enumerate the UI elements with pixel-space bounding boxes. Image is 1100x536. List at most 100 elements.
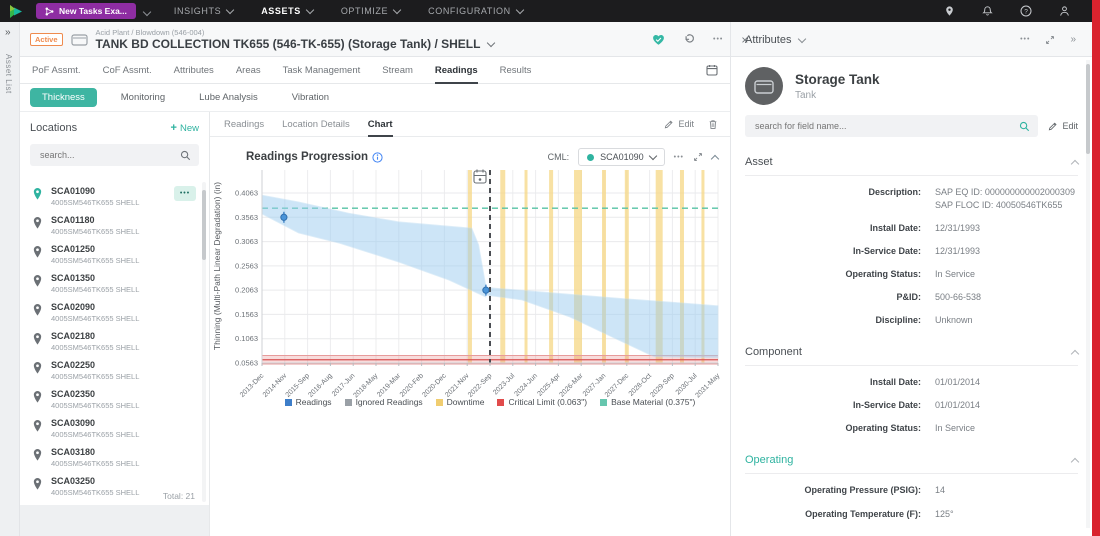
nav-menu-assets[interactable]: ASSETS: [261, 5, 315, 16]
chart-tab-readings[interactable]: Readings: [224, 112, 264, 136]
locations-search-input[interactable]: [38, 149, 180, 161]
nav-menu-optimize[interactable]: OPTIMIZE: [341, 5, 402, 16]
location-item-text: SCA02250 4005SM546TK655 SHELL: [51, 360, 139, 381]
location-description: 4005SM546TK655 SHELL: [51, 284, 140, 294]
location-list-item[interactable]: SCA02090 4005SM546TK655 SHELL: [20, 298, 202, 327]
tab-readings[interactable]: Readings: [434, 57, 478, 84]
reading-point[interactable]: [482, 286, 490, 294]
section-title: Operating: [745, 454, 794, 467]
legend-item: Ignored Readings: [344, 397, 423, 407]
chart-actions: Edit: [664, 119, 718, 130]
attributes-edit-button[interactable]: Edit: [1048, 121, 1078, 131]
notifications-bell-icon[interactable]: [982, 5, 993, 17]
location-list-item[interactable]: SCA02180 4005SM546TK655 SHELL: [20, 327, 202, 356]
x-tick-label: 2031-May: [694, 372, 721, 399]
locations-scrollbar-thumb[interactable]: [202, 190, 206, 260]
field-value: 14: [935, 485, 946, 496]
location-item-text: SCA03180 4005SM546TK655 SHELL: [51, 447, 139, 468]
field-label: Discipline:: [875, 315, 921, 326]
field-value: 125°: [935, 508, 954, 519]
location-list-item[interactable]: SCA033504005SM546TK655 SHELL: [20, 501, 202, 502]
chevron-up-icon[interactable]: [1070, 457, 1080, 467]
location-pin-icon: [32, 419, 43, 433]
field-label: Install Date:: [869, 223, 921, 234]
chart-tab-location-details[interactable]: Location Details: [282, 112, 350, 136]
reading-point[interactable]: [280, 213, 288, 221]
tab-results[interactable]: Results: [500, 57, 532, 83]
location-list-item[interactable]: SCA01090 4005SM546TK655 SHELL •••: [20, 182, 202, 211]
locations-scrollbar[interactable]: [202, 182, 206, 502]
plus-icon: +: [170, 122, 177, 134]
location-code: SCA03180: [51, 447, 96, 457]
location-list-item[interactable]: SCA01180 4005SM546TK655 SHELL: [20, 211, 202, 240]
more-options-icon[interactable]: •••: [713, 36, 723, 43]
undo-icon[interactable]: [683, 33, 695, 46]
location-list-item[interactable]: SCA01350 4005SM546TK655 SHELL: [20, 269, 202, 298]
subtab-lube-analysis[interactable]: Lube Analysis: [189, 88, 268, 107]
section-design-mechanical: Design/MechanicalMaterial:CSMaterial Spe…: [731, 533, 1092, 536]
location-code: SCA01090: [51, 186, 96, 196]
chevron-down-icon[interactable]: [142, 7, 152, 17]
subtab-vibration[interactable]: Vibration: [282, 88, 339, 107]
locations-panel: Locations +New SCA010904005SM546TK655 SH…: [20, 112, 210, 505]
nav-menu-label: ASSETS: [261, 6, 301, 16]
location-list-item[interactable]: SCA02250 4005SM546TK655 SHELL: [20, 356, 202, 385]
chevron-up-icon[interactable]: [1070, 349, 1080, 359]
legend-item: Critical Limit (0.063"): [497, 397, 587, 407]
x-tick-label: 2027-Dec: [604, 372, 631, 399]
y-tick-label: 0.1063: [235, 334, 258, 343]
delete-trash-icon[interactable]: [708, 119, 718, 130]
location-description: 4005SM546TK655 SHELL: [51, 197, 140, 207]
location-more-options-icon[interactable]: •••: [174, 186, 196, 201]
field-value: 01/01/2014: [935, 400, 981, 411]
breadcrumb[interactable]: Acid Plant / Blowdown (546-004): [96, 28, 495, 37]
y-axis-title: Thinning (Multi-Path Linear Degradation)…: [212, 182, 222, 350]
profile-icon[interactable]: [1059, 5, 1070, 17]
subtab-thickness[interactable]: Thickness: [30, 88, 97, 107]
tab-attributes[interactable]: Attributes: [174, 57, 214, 83]
attribute-field: Operating Pressure (PSIG): 14: [745, 484, 1078, 497]
location-icon[interactable]: [944, 5, 955, 17]
attributes-edit-label: Edit: [1062, 121, 1078, 131]
title-chevron-down-icon[interactable]: [487, 38, 496, 48]
collapse-panel-icon[interactable]: »: [1070, 34, 1076, 45]
new-location-button[interactable]: + New: [171, 122, 199, 134]
new-location-label: New: [179, 122, 199, 134]
tab-stream[interactable]: Stream: [382, 57, 413, 83]
legend-label: Readings: [295, 397, 332, 407]
tab-pof-assmt-[interactable]: PoF Assmt.: [32, 57, 81, 83]
subtab-monitoring[interactable]: Monitoring: [111, 88, 175, 107]
attributes-more-options-icon[interactable]: •••: [1020, 36, 1030, 43]
chart-tab-chart[interactable]: Chart: [367, 112, 393, 137]
help-icon[interactable]: ?: [1020, 5, 1032, 17]
location-list-item[interactable]: SCA02350 4005SM546TK655 SHELL: [20, 385, 202, 414]
attributes-scrollbar[interactable]: [1086, 60, 1090, 528]
location-list-item[interactable]: SCA03090 4005SM546TK655 SHELL: [20, 414, 202, 443]
tank-avatar-icon: [754, 79, 774, 94]
tab-cof-assmt-[interactable]: CoF Assmt.: [103, 57, 152, 83]
location-pin-icon: [32, 477, 43, 491]
downtime-band: [574, 170, 583, 363]
tab-task-management[interactable]: Task Management: [283, 57, 361, 83]
location-description: 4005SM546TK655 SHELL: [51, 226, 140, 236]
nav-menu-configuration[interactable]: CONFIGURATION: [428, 5, 525, 16]
health-heart-icon[interactable]: [652, 34, 665, 46]
edit-button[interactable]: Edit: [664, 119, 694, 129]
location-list-item[interactable]: SCA03180 4005SM546TK655 SHELL: [20, 443, 202, 472]
attributes-scrollbar-thumb[interactable]: [1086, 64, 1090, 154]
field-label: Operating Status:: [845, 423, 921, 434]
attributes-expand-icon[interactable]: [1045, 35, 1055, 45]
calendar-icon[interactable]: [706, 64, 718, 76]
readings-progression-chart: 0.4063 0.3563 0.3063 0.2563 0.2063 0.1563 0.10…: [212, 169, 722, 399]
attributes-chevron-down-icon[interactable]: [798, 34, 807, 43]
tab-areas[interactable]: Areas: [236, 57, 261, 83]
page-title: TANK BD COLLECTION TK655 (546-TK-655) (S…: [95, 37, 481, 51]
workspace-switcher[interactable]: New Tasks Exa...: [36, 3, 136, 19]
field-search-input[interactable]: [753, 120, 1014, 132]
expand-asset-list-icon[interactable]: »: [5, 27, 11, 38]
field-value: 01/01/2014: [935, 377, 981, 388]
chevron-up-icon[interactable]: [1070, 159, 1080, 168]
location-list-item[interactable]: SCA01250 4005SM546TK655 SHELL: [20, 240, 202, 269]
location-item-text: SCA02350 4005SM546TK655 SHELL: [51, 389, 139, 410]
nav-menu-insights[interactable]: INSIGHTS: [174, 5, 235, 16]
